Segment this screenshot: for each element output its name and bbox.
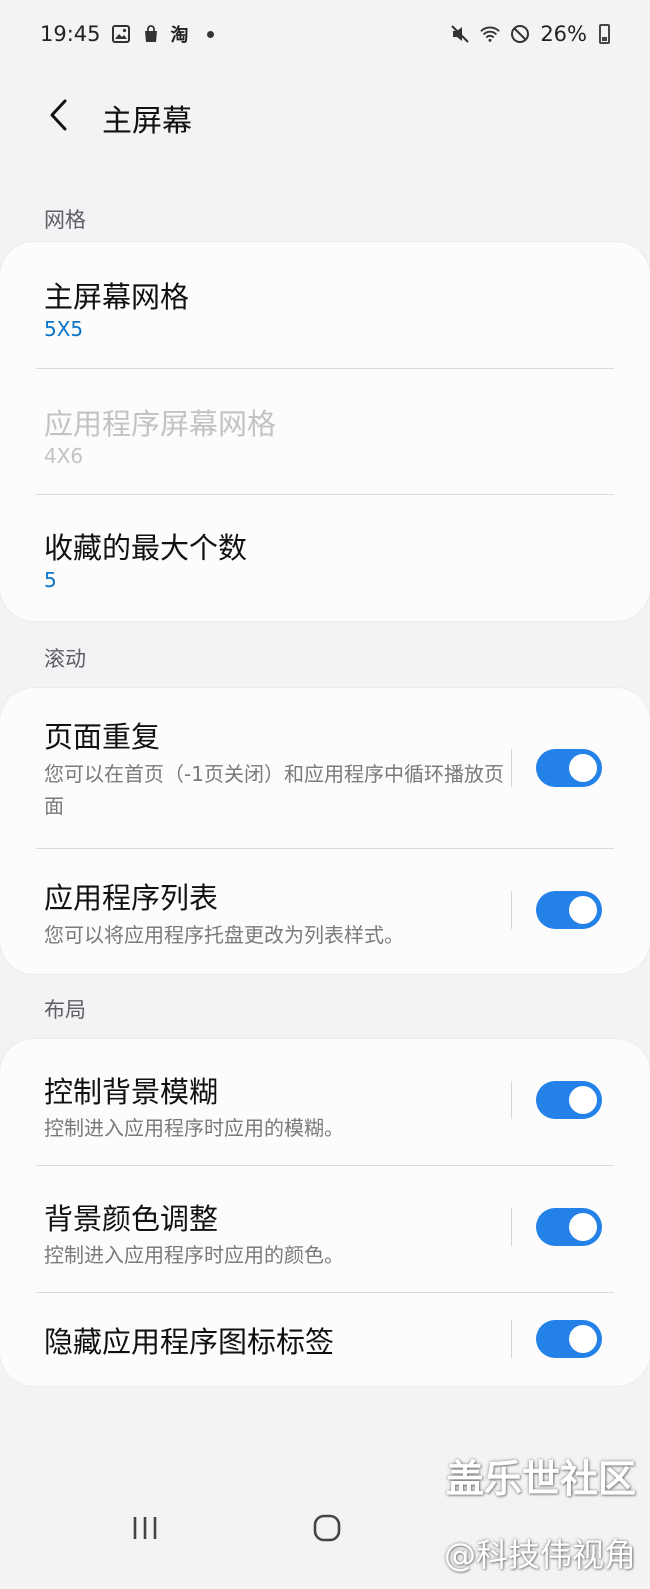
- recent-apps-button[interactable]: [125, 1508, 165, 1548]
- home-screen-grid-title: 主屏幕网格: [44, 280, 190, 314]
- toggle-separator: [511, 1081, 512, 1119]
- toggle-knob: [567, 1323, 599, 1355]
- layout-settings-card: 控制背景模糊 控制进入应用程序时应用的模糊。 背景颜色调整 控制进入应用程序时应…: [0, 1039, 650, 1386]
- home-screen-grid-row[interactable]: 主屏幕网格 5X5: [0, 242, 650, 368]
- wifi-icon: [480, 24, 501, 44]
- home-button[interactable]: [305, 1506, 349, 1550]
- page-repeat-toggle[interactable]: [536, 749, 602, 787]
- page-repeat-title: 页面重复: [44, 720, 161, 754]
- section-label-layout: 布局: [44, 998, 86, 1022]
- shopping-bag-icon: [141, 24, 161, 44]
- do-not-disturb-icon: [510, 24, 530, 44]
- watermark-community: 盖乐世社区: [445, 1457, 636, 1501]
- max-favorites-value: 5: [44, 568, 57, 592]
- chevron-left-icon: [50, 99, 67, 131]
- app-list-title: 应用程序列表: [44, 881, 219, 915]
- hide-icon-labels-title: 隐藏应用程序图标标签: [44, 1325, 335, 1359]
- background-color-row[interactable]: 背景颜色调整 控制进入应用程序时应用的颜色。: [0, 1166, 650, 1292]
- toggle-separator: [511, 1208, 512, 1246]
- page-repeat-description: 您可以在首页（-1页关闭）和应用程序中循环播放页面: [44, 762, 504, 818]
- toggle-knob: [567, 894, 599, 926]
- toggle-separator: [511, 749, 512, 787]
- max-favorites-title: 收藏的最大个数: [44, 531, 248, 565]
- section-label-grid: 网格: [44, 208, 86, 232]
- app-list-description: 您可以将应用程序托盘更改为列表样式。: [44, 923, 404, 947]
- status-left: 19:45 淘: [40, 21, 214, 47]
- apps-screen-grid-title: 应用程序屏幕网格: [44, 407, 277, 441]
- hide-icon-labels-toggle[interactable]: [536, 1320, 602, 1358]
- battery-percent: 26%: [540, 22, 587, 46]
- more-notifications-dot-icon: [206, 30, 214, 38]
- scroll-settings-card: 页面重复 您可以在首页（-1页关闭）和应用程序中循环播放页面 应用程序列表 您可…: [0, 688, 650, 974]
- app-list-row[interactable]: 应用程序列表 您可以将应用程序托盘更改为列表样式。: [0, 849, 650, 974]
- status-time: 19:45: [40, 22, 101, 46]
- background-blur-toggle[interactable]: [536, 1081, 602, 1119]
- home-screen-grid-value: 5X5: [44, 317, 84, 341]
- toggle-knob: [567, 752, 599, 784]
- background-color-toggle[interactable]: [536, 1208, 602, 1246]
- max-favorites-row[interactable]: 收藏的最大个数 5: [0, 495, 650, 621]
- section-label-scroll: 滚动: [44, 647, 86, 671]
- background-color-title: 背景颜色调整: [44, 1202, 219, 1236]
- app-bar: 主屏幕: [0, 80, 650, 150]
- background-blur-description: 控制进入应用程序时应用的模糊。: [44, 1116, 344, 1140]
- page-title: 主屏幕: [102, 104, 192, 139]
- background-blur-row[interactable]: 控制背景模糊 控制进入应用程序时应用的模糊。: [0, 1039, 650, 1165]
- grid-settings-card: 主屏幕网格 5X5 应用程序屏幕网格 4X6 收藏的最大个数 5: [0, 242, 650, 621]
- apps-screen-grid-value: 4X6: [44, 444, 84, 468]
- hide-icon-labels-row[interactable]: 隐藏应用程序图标标签: [0, 1293, 650, 1386]
- status-right: 26%: [450, 22, 610, 46]
- background-color-description: 控制进入应用程序时应用的颜色。: [44, 1243, 344, 1267]
- gallery-notification-icon: [111, 24, 131, 44]
- navigation-bar: [0, 1500, 650, 1589]
- home-icon: [313, 1514, 341, 1542]
- toggle-knob: [567, 1211, 599, 1243]
- apps-screen-grid-row: 应用程序屏幕网格 4X6: [0, 369, 650, 495]
- taobao-icon: 淘: [170, 25, 189, 46]
- recent-apps-icon: [133, 1517, 157, 1539]
- status-bar: 19:45 淘 26%: [0, 0, 650, 68]
- battery-icon: [599, 24, 610, 44]
- app-list-toggle[interactable]: [536, 891, 602, 929]
- toggle-separator: [511, 891, 512, 929]
- page-repeat-row[interactable]: 页面重复 您可以在首页（-1页关闭）和应用程序中循环播放页面: [0, 688, 650, 848]
- mute-icon: [450, 24, 470, 44]
- background-blur-title: 控制背景模糊: [44, 1075, 219, 1109]
- back-button[interactable]: [40, 92, 76, 138]
- toggle-knob: [567, 1084, 599, 1116]
- toggle-separator: [511, 1320, 512, 1358]
